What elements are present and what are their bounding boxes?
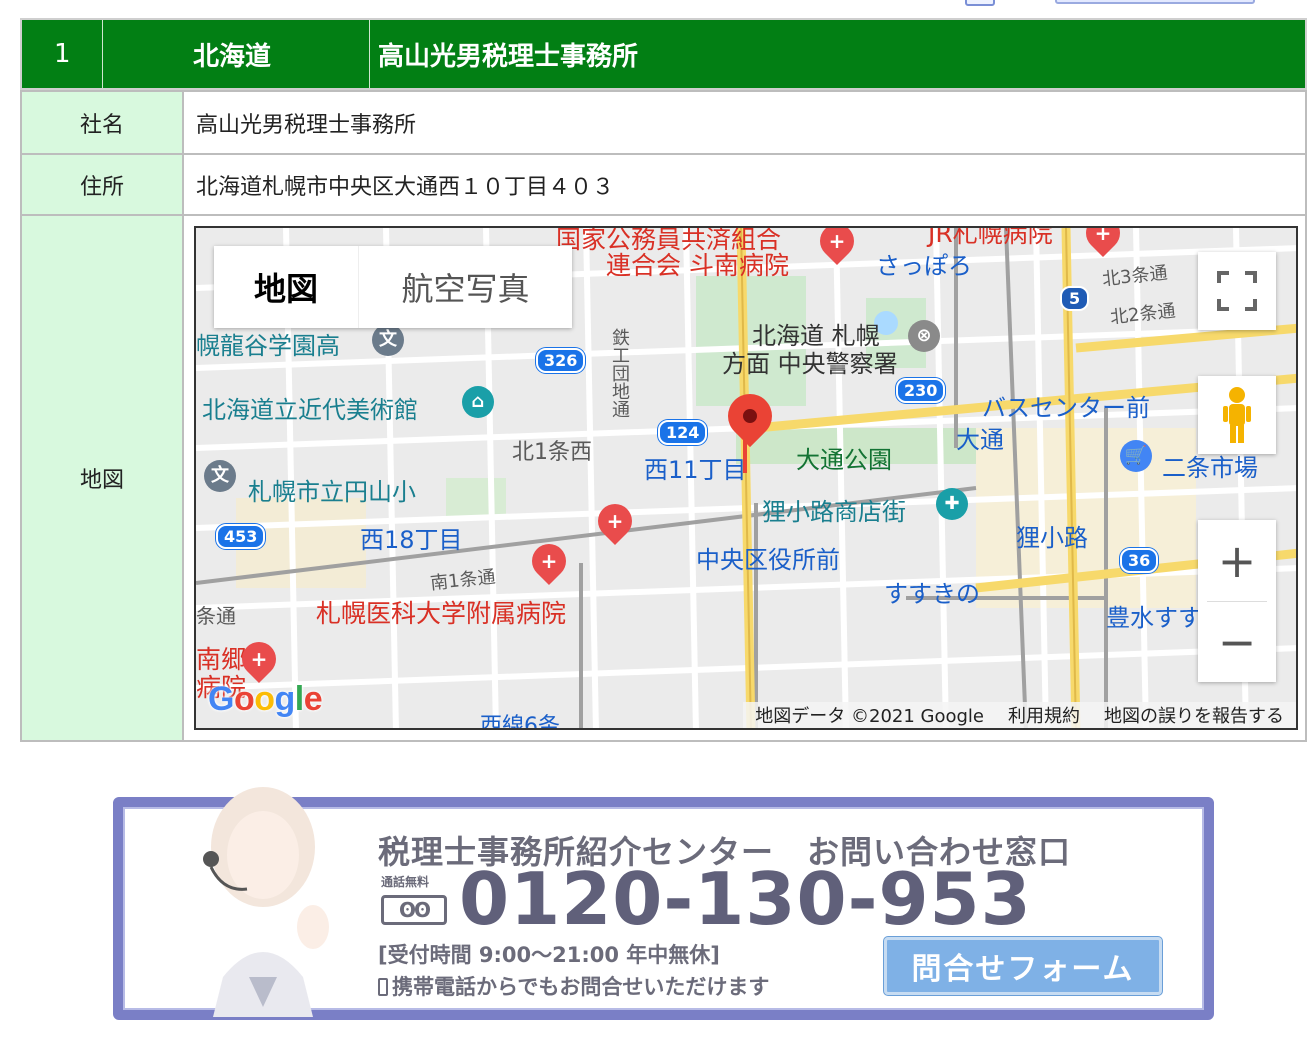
zoom-control: + − [1198,520,1276,682]
map-label-ryukoku: 幌龍谷学園高 [196,332,340,360]
map-cell: 国家公務員共済組合 連合会 斗南病院 + JR札幌病院 + さっぽろ 北3条通 … [182,214,1307,742]
map-label-tanukikoji: 狸小路 [1016,524,1088,552]
map-label-police-2: 方面 中央警察署 [722,350,898,378]
fullscreen-button[interactable] [1198,252,1276,330]
operator-illustration [203,787,329,1017]
google-logo-letter: o [254,680,275,718]
terms-link[interactable]: 利用規約 [996,702,1092,728]
map-label: 地図 [20,214,184,742]
map-label-susukino: すすきの [884,580,980,608]
map-label-sapporo-station: さっぽろ [876,252,972,280]
google-logo: Google [208,680,323,719]
top-edge-bar [1055,0,1255,4]
report-error-link[interactable]: 地図の誤りを報告する [1092,702,1296,728]
map-label-medical-univ: 札幌医科大学附属病院 [316,599,567,628]
address-row: 住所 北海道札幌市中央区大通西１０丁目４０３ [20,153,1307,216]
map-label-tekkoudan: 鉄工団地通 [609,328,630,418]
map-label-hosui: 豊水すす [1106,604,1202,632]
contact-form-button[interactable]: 問合せフォーム [884,937,1162,995]
museum-icon[interactable]: ⌂ [462,386,494,418]
address-label: 住所 [20,153,184,216]
map-label-museum: 北海道立近代美術館 [202,396,418,424]
map-attribution-bar: 地図データ ©2021 Google 利用規約 地図の誤りを報告する [743,702,1296,728]
office-prefecture: 北海道 [103,20,370,88]
address-value: 北海道札幌市中央区大通西１０丁目４０３ [182,153,1307,216]
street-view-button[interactable] [1198,376,1276,454]
business-hours: [受付時間 9:00〜21:00 年中無休] [378,943,720,967]
map-label-nishi18: 西18丁目 [360,526,463,554]
google-logo-letter: e [303,680,323,718]
company-value: 高山光男税理士事務所 [182,90,1307,155]
google-logo-letter: G [208,680,234,718]
mobile-note-text: 携帯電話からでもお問合せいただけます [392,975,770,999]
map-row: 地図 国家公務員共済組合 連合会 斗南病院 + JR札幌病院 + さっぽろ 北3… [20,214,1307,742]
map-label-chuoku: 中央区役所前 [696,546,840,574]
route-shield: 230 [896,378,946,403]
contact-banner[interactable]: 税理士事務所紹介センター お問い合わせ窓口 通話無料 ʘʘ 0120-130-9… [113,787,1214,1020]
map-data-attribution: 地図データ ©2021 Google [755,706,984,727]
map-label-tanukikoji-street: 狸小路商店街 [762,498,906,526]
map-type-map-button[interactable]: 地図 [214,246,358,328]
fullscreen-icon [1217,271,1257,311]
office-header-row: 1 北海道 高山光男税理士事務所 [20,18,1307,90]
map-label-bus-center: バスセンター前 [982,394,1150,422]
google-logo-letter: l [294,680,304,718]
shopping-street-icon[interactable]: ✚ [936,488,968,520]
company-row: 社名 高山光男税理士事務所 [20,90,1307,155]
office-number: 1 [22,20,103,88]
map-label-nishisen6: 西線6条 [480,714,560,730]
office-info-table: 社名 高山光男税理士事務所 住所 北海道札幌市中央区大通西１０丁目４０３ 地図 [20,90,1307,742]
map-label-kita1: 北1条西 [512,440,592,465]
shopping-cart-icon[interactable]: 🛒 [1120,440,1152,472]
map-label-jo-dori: 条通 [196,604,236,628]
map-label-maruyama-school: 札幌市立円山小 [248,478,416,506]
route-shield: 124 [658,420,708,445]
route-shield: 36 [1120,548,1159,573]
map-label-hospital-top-2: 連合会 斗南病院 [606,251,789,280]
phone-number[interactable]: 0120-130-953 [459,857,1032,941]
map-type-satellite-button[interactable]: 航空写真 [358,246,572,328]
police-icon[interactable]: ⊗ [908,320,940,352]
school-icon[interactable]: 文 [372,324,404,356]
map-label-odori-station: 大通 [956,426,1004,454]
company-label: 社名 [20,90,184,155]
zoom-in-button[interactable]: + [1198,521,1276,601]
office-name: 高山光男税理士事務所 [378,41,639,72]
google-logo-letter: g [274,680,296,718]
route-shield: 326 [536,348,586,373]
mobile-phone-icon [378,978,388,996]
map-label-odori-park: 大通公園 [796,446,892,474]
google-map[interactable]: 国家公務員共済組合 連合会 斗南病院 + JR札幌病院 + さっぽろ 北3条通 … [194,226,1298,730]
free-dial-icon: ʘʘ [381,895,447,925]
school-icon[interactable]: 文 [204,460,236,492]
route-shield: 5 [1060,286,1090,311]
google-logo-letter: o [233,680,255,718]
map-label-nishi11: 西11丁目 [644,456,747,484]
location-pin-tail [743,433,747,473]
map-type-control: 地図 航空写真 [214,246,572,328]
mobile-note: 携帯電話からでもお問合せいただけます [378,971,769,1001]
route-shield: 453 [216,524,266,549]
pegman-icon [1223,387,1251,443]
zoom-out-button[interactable]: − [1198,602,1276,682]
top-edge-icon [965,0,995,6]
free-call-label: 通話無料 [381,875,430,889]
